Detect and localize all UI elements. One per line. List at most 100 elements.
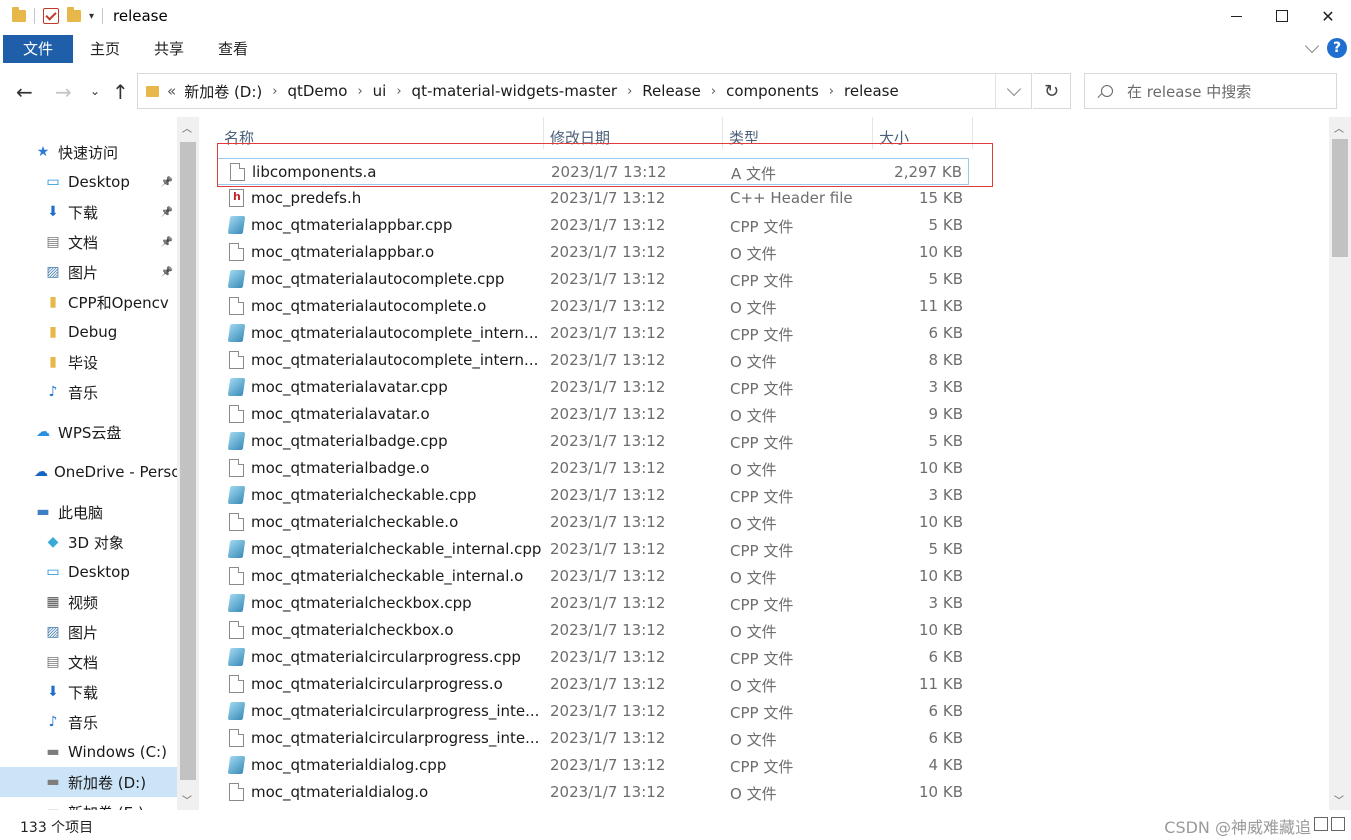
new-folder-icon[interactable]	[67, 7, 81, 22]
file-row[interactable]: moc_qtmaterialcircularprogress.cpp 2023/1…	[217, 644, 969, 671]
folder-icon[interactable]	[12, 7, 26, 22]
pin-icon[interactable]: 📌	[161, 207, 173, 218]
breadcrumb-chevron-icon[interactable]: ›	[627, 84, 632, 99]
breadcrumb-overflow[interactable]: «	[167, 82, 176, 100]
properties-icon[interactable]	[43, 8, 59, 24]
refresh-button[interactable]: ↻	[1033, 73, 1071, 109]
tab-file[interactable]: 文件	[3, 34, 73, 63]
breadcrumb-item[interactable]: components	[726, 82, 819, 100]
breadcrumb-chevron-icon[interactable]: ›	[357, 84, 362, 99]
sidebar-item[interactable]: ▮ 毕设	[0, 347, 177, 377]
pin-icon[interactable]: 📌	[161, 237, 173, 248]
tab-share[interactable]: 共享	[137, 38, 201, 59]
file-row[interactable]: moc_qtmaterialdialog.cpp 2023/1/7 13:12 CP…	[217, 752, 969, 779]
sidebar-item[interactable]: ▨ 图片	[0, 617, 177, 647]
address-bar[interactable]: « 新加卷 (D:) › qtDemo › ui › qt-material-w…	[137, 73, 1032, 109]
file-row[interactable]: moc_qtmaterialautocomplete.o 2023/1/7 13:…	[217, 293, 969, 320]
file-row[interactable]: moc_qtmaterialavatar.o 2023/1/7 13:12 O 文件…	[217, 401, 969, 428]
tab-home[interactable]: 主页	[73, 38, 137, 59]
file-row[interactable]: moc_qtmaterialappbar.o 2023/1/7 13:12 O 文件…	[217, 239, 969, 266]
file-row[interactable]: moc_predefs.h 2023/1/7 13:12 C++ Header fi…	[217, 185, 969, 212]
breadcrumb-chevron-icon[interactable]: ›	[272, 84, 277, 99]
file-row[interactable]: moc_qtmaterialcircularprogress.o 2023/1/7…	[217, 671, 969, 698]
file-row[interactable]: moc_qtmaterialbadge.cpp 2023/1/7 13:12 CPP…	[217, 428, 969, 455]
file-row[interactable]: moc_qtmaterialcheckable.o 2023/1/7 13:12 O…	[217, 509, 969, 536]
sidebar-item[interactable]: ▨ 图片 📌	[0, 257, 177, 287]
file-row[interactable]: moc_qtmaterialcheckable.cpp 2023/1/7 13:1…	[217, 482, 969, 509]
sidebar-item[interactable]: ▮ CPP和Opencv	[0, 287, 177, 317]
scrollbar-thumb[interactable]	[180, 142, 196, 780]
breadcrumb-item[interactable]: qtDemo	[287, 82, 347, 100]
sidebar-item[interactable]: ▭ Desktop	[0, 557, 177, 587]
file-row[interactable]: moc_qtmaterialavatar.cpp 2023/1/7 13:12 CP…	[217, 374, 969, 401]
sidebar-item[interactable]: ♪ 音乐	[0, 377, 177, 407]
file-row[interactable]: moc_qtmaterialcheckbox.cpp 2023/1/7 13:12…	[217, 590, 969, 617]
file-type: CPP 文件	[730, 272, 794, 290]
sidebar-item[interactable]: ★ 快速访问	[0, 137, 177, 167]
file-row[interactable]: moc_qtmaterialcircularprogress_inte... 20…	[217, 725, 969, 752]
breadcrumb-item[interactable]: Release	[642, 82, 701, 100]
address-dropdown-button[interactable]	[995, 74, 1031, 108]
recent-locations-dropdown[interactable]: ⌄	[90, 84, 100, 98]
pin-icon[interactable]: 📌	[161, 267, 173, 278]
breadcrumb-chevron-icon[interactable]: ›	[711, 84, 716, 99]
expand-ribbon-icon[interactable]	[1304, 38, 1320, 54]
file-row[interactable]: moc_qtmaterialcheckable_internal.o 2023/1…	[217, 563, 969, 590]
help-button[interactable]: ?	[1327, 38, 1347, 58]
file-row[interactable]: moc_qtmaterialdialog.o 2023/1/7 13:12 O 文件…	[217, 779, 969, 806]
minimize-button[interactable]	[1213, 0, 1259, 32]
sidebar-item[interactable]: ⬇ 下载 📌	[0, 197, 177, 227]
sidebar-item[interactable]: ☁ WPS云盘	[0, 417, 177, 447]
file-row[interactable]: moc_qtmaterialcheckbox.o 2023/1/7 13:12 O …	[217, 617, 969, 644]
breadcrumb-item[interactable]: release	[844, 82, 899, 100]
sidebar-item[interactable]: ▬ 新加卷 (D:)	[0, 767, 177, 797]
large-icons-view-icon[interactable]	[1331, 817, 1345, 831]
file-row[interactable]: moc_qtmaterialcheckable_internal.cpp 2023…	[217, 536, 969, 563]
pin-icon[interactable]: 📌	[161, 177, 173, 188]
cpp-file-icon	[227, 324, 246, 342]
file-type: O 文件	[730, 299, 777, 317]
breadcrumb-item[interactable]: qt-material-widgets-master	[412, 82, 618, 100]
close-button[interactable]: ✕	[1305, 0, 1351, 32]
up-button[interactable]: ↑	[112, 80, 129, 104]
navigation-pane-scrollbar[interactable]: ︿ ﹀	[177, 117, 199, 810]
sidebar-item[interactable]: ▤ 文档 📌	[0, 227, 177, 257]
sidebar-item[interactable]: ▬ 新加卷 (E:)	[0, 797, 177, 811]
breadcrumb-chevron-icon[interactable]: ›	[396, 84, 401, 99]
file-list-scrollbar[interactable]: ︿ ﹀	[1329, 117, 1351, 810]
file-row[interactable]: moc_qtmaterialcircularprogress_inte... 20…	[217, 698, 969, 725]
sidebar-item[interactable]: ♪ 音乐	[0, 707, 177, 737]
file-row[interactable]: moc_qtmaterialappbar.cpp 2023/1/7 13:12 CP…	[217, 212, 969, 239]
file-row[interactable]: moc_qtmaterialautocomplete.cpp 2023/1/7 1…	[217, 266, 969, 293]
scroll-down-icon[interactable]: ﹀	[182, 792, 192, 807]
scrollbar-thumb[interactable]	[1332, 139, 1348, 257]
cpp-file-icon	[227, 594, 246, 612]
scroll-up-icon[interactable]: ︿	[182, 120, 192, 135]
sidebar-item[interactable]: ☁ OneDrive - Perso	[0, 457, 180, 487]
scroll-up-icon[interactable]: ︿	[1334, 120, 1344, 135]
forward-button[interactable]: →	[55, 80, 72, 104]
breadcrumb-item[interactable]: 新加卷 (D:)	[184, 81, 262, 102]
sidebar-item[interactable]: ▮ Debug	[0, 317, 177, 347]
search-box[interactable]: 在 release 中搜索	[1084, 73, 1337, 109]
sidebar-item[interactable]: ▭ Desktop 📌	[0, 167, 177, 197]
customize-dropdown-icon[interactable]: ▾	[89, 11, 94, 22]
scroll-down-icon[interactable]: ﹀	[1334, 792, 1344, 807]
breadcrumb-chevron-icon[interactable]: ›	[829, 84, 834, 99]
file-size: 3 KB	[928, 486, 963, 504]
breadcrumb-item[interactable]: ui	[373, 82, 387, 100]
back-button[interactable]: ←	[16, 80, 33, 104]
sidebar-item[interactable]: ▬ Windows (C:)	[0, 737, 177, 767]
sidebar-item[interactable]: ⬇ 下载	[0, 677, 177, 707]
cpp-file-icon	[227, 216, 246, 234]
sidebar-item[interactable]: ▦ 视频	[0, 587, 177, 617]
details-view-icon[interactable]	[1314, 817, 1328, 831]
file-row[interactable]: moc_qtmaterialbadge.o 2023/1/7 13:12 O 文件 1…	[217, 455, 969, 482]
file-row[interactable]: moc_qtmaterialautocomplete_intern... 2023…	[217, 320, 969, 347]
file-row[interactable]: moc_qtmaterialautocomplete_intern... 2023…	[217, 347, 969, 374]
tab-view[interactable]: 查看	[201, 38, 265, 59]
sidebar-item[interactable]: ▤ 文档	[0, 647, 177, 677]
sidebar-item[interactable]: ◆ 3D 对象	[0, 527, 177, 557]
sidebar-item[interactable]: ▬ 此电脑	[0, 497, 177, 527]
maximize-button[interactable]	[1259, 0, 1305, 32]
